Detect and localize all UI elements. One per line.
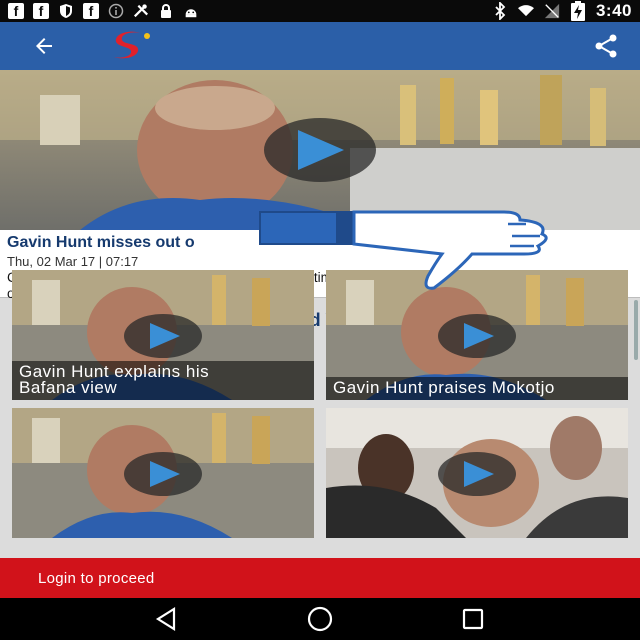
no-signal-icon (544, 3, 560, 19)
facebook-icon: f (83, 3, 99, 19)
related-video-tile[interactable] (12, 408, 314, 538)
play-icon[interactable] (124, 314, 202, 358)
navigation-bar (0, 598, 640, 640)
status-clock: 3:40 (595, 1, 632, 20)
back-triangle-icon (155, 607, 175, 631)
thumbs-down-icon[interactable] (258, 210, 553, 290)
back-button[interactable] (20, 22, 68, 70)
home-circle-icon (307, 606, 333, 632)
share-button[interactable] (586, 26, 626, 66)
video-caption-line1: Gavin Hunt praises Mokotjo (333, 378, 555, 397)
battery-charging-icon (570, 1, 586, 21)
login-label: Login to proceed (38, 569, 155, 587)
scrollbar[interactable] (634, 300, 638, 360)
video-caption-line2: Bafana view (19, 378, 118, 397)
notification-icons: f f f (8, 3, 199, 19)
video-caption: Gavin Hunt praises Mokotjo (326, 377, 628, 400)
hero-video[interactable] (0, 70, 640, 230)
wifi-icon (517, 3, 534, 19)
facebook-icon: f (33, 3, 49, 19)
recents-square-icon (463, 608, 484, 630)
shield-icon (58, 3, 74, 19)
related-video-tile[interactable] (326, 408, 628, 538)
nav-back-button[interactable] (147, 599, 187, 639)
nav-home-button[interactable] (300, 599, 340, 639)
play-icon[interactable] (124, 452, 202, 496)
bluetooth-icon (492, 2, 508, 20)
play-icon[interactable] (264, 118, 376, 182)
facebook-icon: f (8, 3, 24, 19)
app-bar (0, 22, 640, 70)
play-icon[interactable] (438, 314, 516, 358)
login-banner[interactable]: Login to proceed (0, 558, 640, 598)
lock-icon (158, 3, 174, 19)
share-icon (595, 34, 617, 58)
status-bar: f f f 3:40 (0, 0, 640, 22)
video-caption: Gavin Hunt explains his Bafana view (12, 361, 314, 400)
system-icons: 3:40 (492, 1, 632, 21)
android-icon (183, 3, 199, 19)
tools-icon (133, 3, 149, 19)
play-icon[interactable] (438, 452, 516, 496)
nav-recents-button[interactable] (453, 599, 493, 639)
info-circle-icon (108, 3, 124, 19)
supersport-s-logo (110, 29, 156, 63)
arrow-left-icon (36, 38, 52, 54)
